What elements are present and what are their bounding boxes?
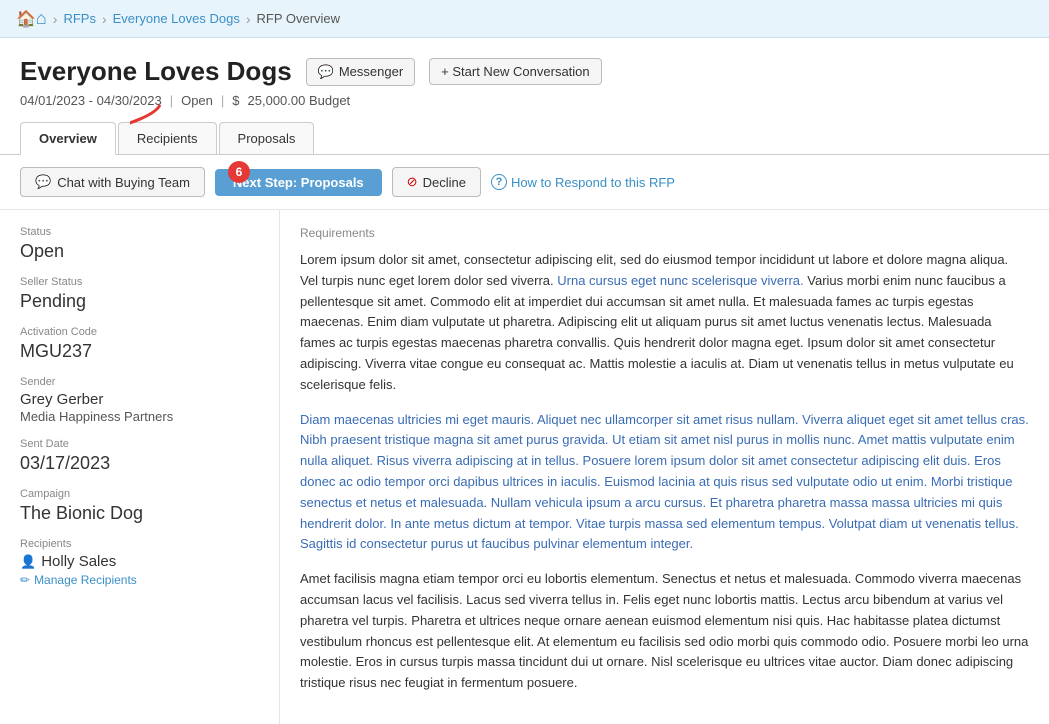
sender-company: Media Happiness Partners <box>20 409 259 424</box>
messenger-icon: 💬 <box>318 64 334 80</box>
seller-status-value: Pending <box>20 291 259 312</box>
decline-button[interactable]: ⊘ Decline <box>392 167 481 197</box>
recipients-label: Recipients <box>20 538 259 550</box>
sent-date-label: Sent Date <box>20 438 259 450</box>
breadcrumb-dogs[interactable]: Everyone Loves Dogs <box>113 11 240 26</box>
tab-overview[interactable]: Overview <box>20 122 116 155</box>
notification-badge: 6 <box>228 161 250 183</box>
main-content: Status Open Seller Status Pending Activa… <box>0 210 1049 724</box>
status-label: Status <box>20 226 259 238</box>
tab-recipients[interactable]: Recipients <box>118 122 217 154</box>
breadcrumb-separator: › <box>53 11 58 27</box>
breadcrumb-rfps[interactable]: RFPs <box>63 11 96 26</box>
action-bar: 💬 Chat with Buying Team Next Step: Propo… <box>0 155 1049 210</box>
page-meta: 04/01/2023 - 04/30/2023 | Open | $ 25,00… <box>20 93 1029 108</box>
seller-status-label: Seller Status <box>20 276 259 288</box>
how-to-respond-link[interactable]: ? How to Respond to this RFP <box>491 174 675 190</box>
budget-text: 25,000.00 Budget <box>248 93 351 108</box>
sidebar: Status Open Seller Status Pending Activa… <box>0 210 280 724</box>
pencil-icon: ✏ <box>20 573 30 587</box>
activation-code-value: MGU237 <box>20 341 259 362</box>
breadcrumb-separator-2: › <box>102 11 107 27</box>
campaign-value: The Bionic Dog <box>20 503 259 524</box>
page-title: Everyone Loves Dogs <box>20 56 292 87</box>
question-icon: ? <box>491 174 507 190</box>
breadcrumb: ⌂ › RFPs › Everyone Loves Dogs › RFP Ove… <box>0 0 1049 38</box>
dollar-sign: $ <box>232 93 239 108</box>
manage-recipients-link[interactable]: ✏ Manage Recipients <box>20 573 259 587</box>
breadcrumb-separator-3: › <box>246 11 251 27</box>
status-value: Open <box>20 241 259 262</box>
chat-icon: 💬 <box>35 174 51 190</box>
requirements-label: Requirements <box>300 226 1029 240</box>
tab-proposals[interactable]: Proposals <box>219 122 315 154</box>
new-conversation-button[interactable]: + Start New Conversation <box>429 58 601 85</box>
sent-date-value: 03/17/2023 <box>20 453 259 474</box>
tabs-row: Overview Recipients Proposals <box>0 122 1049 155</box>
campaign-label: Campaign <box>20 488 259 500</box>
chat-buying-team-button[interactable]: 💬 Chat with Buying Team <box>20 167 205 197</box>
requirements-paragraph-1: Lorem ipsum dolor sit amet, consectetur … <box>300 250 1029 396</box>
decline-icon: ⊘ <box>407 174 418 190</box>
recipient-name: Holly Sales <box>41 553 116 570</box>
how-to-label: How to Respond to this RFP <box>511 175 675 190</box>
messenger-button[interactable]: 💬 Messenger <box>306 58 416 86</box>
new-conv-label: + Start New Conversation <box>441 64 589 79</box>
status-text: Open <box>181 93 213 108</box>
home-icon[interactable]: ⌂ <box>16 8 47 29</box>
requirements-paragraph-2: Diam maecenas ultricies mi eget mauris. … <box>300 410 1029 556</box>
requirements-panel: Requirements Lorem ipsum dolor sit amet,… <box>280 210 1049 724</box>
activation-code-label: Activation Code <box>20 326 259 338</box>
breadcrumb-current: RFP Overview <box>257 11 341 26</box>
sender-label: Sender <box>20 376 259 388</box>
decline-label: Decline <box>423 175 466 190</box>
chat-btn-label: Chat with Buying Team <box>57 175 190 190</box>
date-range: 04/01/2023 - 04/30/2023 <box>20 93 162 108</box>
manage-link-label: Manage Recipients <box>34 573 137 587</box>
requirements-paragraph-3: Amet facilisis magna etiam tempor orci e… <box>300 569 1029 694</box>
page-header: Everyone Loves Dogs 💬 Messenger + Start … <box>0 38 1049 108</box>
messenger-label: Messenger <box>339 64 403 79</box>
recipient-row: 👤 Holly Sales <box>20 553 259 570</box>
sender-name: Grey Gerber <box>20 391 259 408</box>
person-icon: 👤 <box>20 554 36 570</box>
